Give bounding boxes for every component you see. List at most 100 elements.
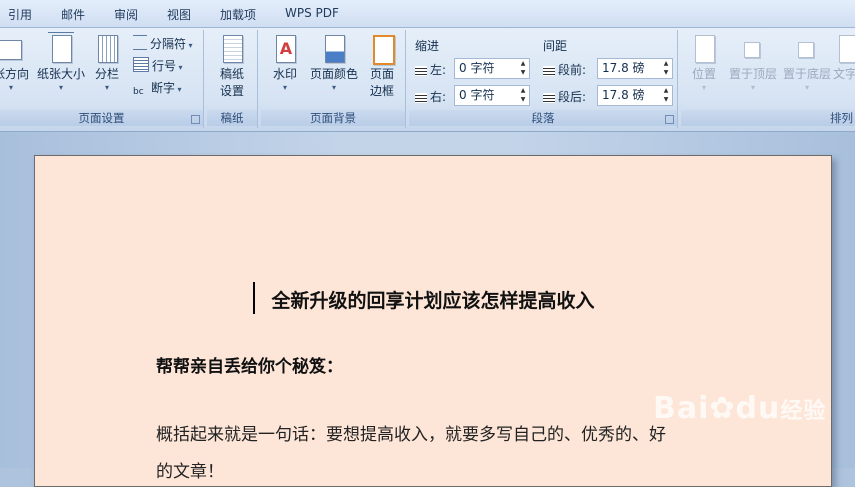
baidu-suffix: du	[735, 391, 781, 426]
spacing-after-icon	[543, 93, 555, 103]
arrange-group: 位置 ▾ 置于顶层 ▾ 置于底层 ▾ 文字 排列	[681, 30, 855, 128]
page-borders-label-line2: 边框	[369, 84, 394, 98]
spacing-before-value: 17.8 磅	[602, 61, 645, 75]
watermark-icon: A	[272, 34, 298, 64]
spinner-arrows-icon[interactable]: ▲ ▼	[660, 59, 672, 78]
ribbon-tab-bar: 引用 邮件 审阅 视图 加载项 WPS PDF	[0, 0, 855, 28]
page-setup-group: 张方向 ▾ 纸张大小 ▾ 分栏 ▾ 分隔符 ▾ 行号 ▾ bc断字 ▾ 页面	[0, 30, 204, 128]
page-background-group-label: 页面背景	[261, 110, 405, 126]
spinner-arrows-icon[interactable]: ▲ ▼	[517, 59, 529, 78]
page-color-icon	[321, 34, 347, 64]
dropdown-caret-icon: ▾	[331, 83, 336, 92]
tab-view[interactable]: 视图	[167, 6, 191, 23]
columns-icon	[94, 34, 120, 64]
arrange-group-label: 排列	[681, 110, 855, 126]
breaks-label: 分隔符	[150, 37, 187, 51]
tab-addins[interactable]: 加载项	[220, 6, 256, 23]
paragraph-group-label: 段落	[409, 110, 677, 126]
baidu-watermark: Bai✿du经验	[653, 391, 826, 426]
document-page[interactable]: 全新升级的回享计划应该怎样提高收入 帮帮亲自丢给你个秘笈： 概括起来就是一句话：…	[34, 155, 832, 487]
spacing-after-value: 17.8 磅	[602, 88, 645, 102]
page-borders-icon	[369, 34, 395, 65]
paragraph-group: 缩进 间距 左: 0 字符 ▲ ▼ 右: 0 字符 ▲ ▼ 段前: 17.8 磅 ▲…	[409, 30, 678, 128]
indent-right-value: 0 字符	[459, 88, 495, 102]
text-wrap-icon	[835, 34, 855, 64]
position-button[interactable]: 位置 ▾	[687, 34, 721, 93]
document-paragraph: 概括起来就是一句话：要想提高收入，就要多写自己的、优秀的、好	[156, 425, 666, 445]
page-size-icon	[48, 32, 74, 64]
dropdown-caret-icon: ▾	[701, 83, 706, 92]
columns-button[interactable]: 分栏 ▾	[92, 34, 122, 93]
ribbon: 张方向 ▾ 纸张大小 ▾ 分栏 ▾ 分隔符 ▾ 行号 ▾ bc 断字 ▾ 页面	[0, 28, 855, 132]
hyphenation-icon: bc	[133, 87, 144, 97]
hyphenation-button[interactable]: bc 断字 ▾	[133, 79, 182, 97]
spinner-arrows-icon[interactable]: ▲ ▼	[517, 86, 529, 105]
baidu-paw-icon: ✿	[709, 391, 736, 426]
line-numbers-icon	[133, 57, 149, 72]
indent-right-label: 右:	[415, 88, 446, 105]
watermark-label: 水印	[272, 67, 297, 81]
page-setup-group-label: 页面设置	[0, 110, 203, 126]
dropdown-caret-icon: ▾	[804, 83, 809, 92]
orientation-button[interactable]: 张方向 ▾	[0, 34, 34, 93]
spacing-after-input[interactable]: 17.8 磅 ▲ ▼	[597, 85, 673, 106]
page-borders-button[interactable]: 页面 边框	[365, 34, 399, 100]
spacing-after-label: 段后:	[543, 88, 586, 105]
line-numbers-button[interactable]: 行号 ▾	[133, 57, 183, 75]
indent-header: 缩进	[415, 39, 440, 53]
baidu-jingyan: 经验	[780, 399, 827, 424]
dropdown-caret-icon: ▾	[750, 83, 755, 92]
tab-review[interactable]: 审阅	[114, 6, 138, 23]
indent-right-input[interactable]: 0 字符 ▲ ▼	[454, 85, 530, 106]
text-wrap-label: 文字	[833, 67, 855, 81]
tab-wps-pdf[interactable]: WPS PDF	[285, 6, 339, 20]
text-wrap-button[interactable]: 文字	[833, 34, 855, 83]
position-icon	[691, 34, 717, 64]
page-color-label: 页面颜色	[309, 67, 358, 81]
spacing-before-icon	[543, 66, 555, 76]
indent-left-icon	[415, 66, 427, 76]
manuscript-setup-button[interactable]: 稿纸 设置	[213, 34, 251, 100]
line-numbers-label: 行号	[152, 59, 177, 73]
manuscript-group-label: 稿纸	[207, 110, 257, 126]
hyphenation-label: 断字	[151, 81, 176, 95]
spacing-before-input[interactable]: 17.8 磅 ▲ ▼	[597, 58, 673, 79]
indent-left-value: 0 字符	[459, 61, 495, 75]
tab-references[interactable]: 引用	[8, 6, 32, 23]
dropdown-caret-icon: ▾	[8, 83, 13, 92]
orientation-icon	[0, 34, 24, 64]
breaks-icon	[133, 35, 147, 50]
dropdown-caret-icon: ▾	[104, 83, 109, 92]
paragraph-launcher-icon[interactable]	[665, 115, 674, 124]
page-size-label: 纸张大小	[36, 67, 85, 81]
send-to-back-label: 置于底层	[782, 67, 831, 81]
send-to-back-button[interactable]: 置于底层 ▾	[781, 34, 833, 93]
page-borders-label-line1: 页面	[369, 67, 394, 81]
dropdown-caret-icon: ▾	[58, 83, 63, 92]
indent-right-icon	[415, 93, 427, 103]
page-size-button[interactable]: 纸张大小 ▾	[36, 32, 86, 93]
page-color-button[interactable]: 页面颜色 ▾	[307, 34, 361, 93]
bring-to-front-button[interactable]: 置于顶层 ▾	[727, 34, 779, 93]
bring-to-front-label: 置于顶层	[728, 67, 777, 81]
columns-label: 分栏	[94, 67, 119, 81]
bring-to-front-icon	[740, 34, 766, 64]
page-setup-launcher-icon[interactable]	[191, 115, 200, 124]
breaks-button[interactable]: 分隔符 ▾	[133, 35, 193, 53]
position-label: 位置	[691, 67, 716, 81]
manuscript-label-line2: 设置	[219, 84, 244, 98]
spinner-arrows-icon[interactable]: ▲ ▼	[660, 86, 672, 105]
baidu-brand: Bai	[653, 391, 710, 426]
tab-mailings[interactable]: 邮件	[61, 6, 85, 23]
document-subtitle: 帮帮亲自丢给你个秘笈：	[156, 357, 343, 377]
spacing-before-label: 段前:	[543, 61, 586, 78]
indent-left-input[interactable]: 0 字符 ▲ ▼	[454, 58, 530, 79]
page-background-group: A 水印 ▾ 页面颜色 ▾ 页面 边框 页面背景	[261, 30, 406, 128]
indent-left-label: 左:	[415, 61, 446, 78]
manuscript-group: 稿纸 设置 稿纸	[207, 30, 258, 128]
spacing-header: 间距	[543, 39, 568, 53]
manuscript-label-line1: 稿纸	[219, 67, 244, 81]
watermark-button[interactable]: A 水印 ▾	[267, 34, 303, 93]
orientation-label: 张方向	[0, 67, 29, 81]
document-paragraph-continued: 的文章！	[156, 462, 224, 482]
